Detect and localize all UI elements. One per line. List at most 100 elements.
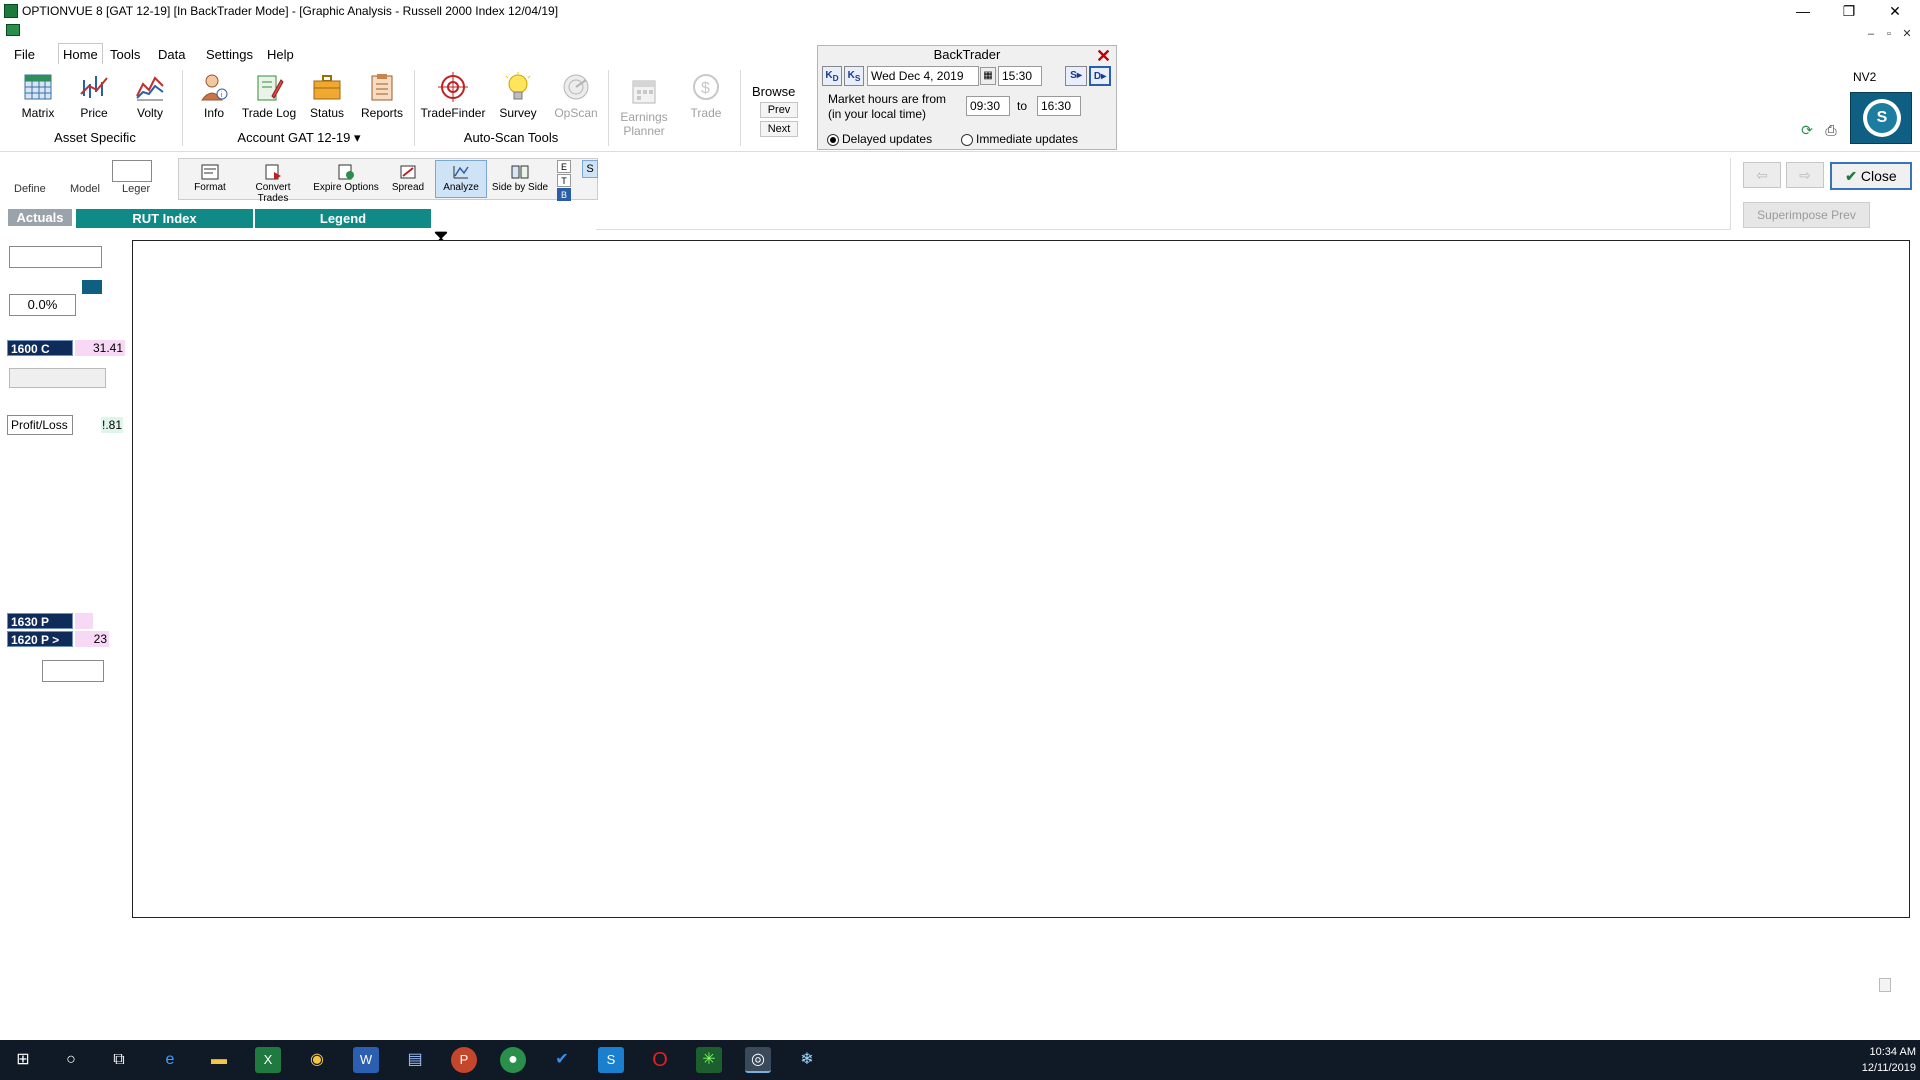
clock-time: 10:34 AM <box>1869 1046 1916 1058</box>
side-by-side-button[interactable]: Side by Side <box>490 160 550 198</box>
mdi-close-icon[interactable]: ✕ <box>1900 27 1914 41</box>
menu-help[interactable]: Help <box>263 46 298 64</box>
menu-settings[interactable]: Settings <box>202 46 257 64</box>
matrix-button[interactable]: Matrix <box>14 72 62 126</box>
spread-button[interactable]: Spread <box>385 160 431 198</box>
profit-loss-field[interactable]: Profit/Loss <box>7 415 73 435</box>
browse-next-button[interactable]: Next <box>760 121 798 137</box>
trade-button[interactable]: $ Trade <box>682 72 730 126</box>
restore-button[interactable]: ❐ <box>1826 0 1872 22</box>
bottom-input[interactable] <box>42 660 104 682</box>
model-preview-box[interactable] <box>112 160 152 182</box>
green-app-icon[interactable]: ● <box>500 1047 526 1073</box>
menu-file[interactable]: File <box>10 46 39 64</box>
snowflake-icon[interactable]: ❄ <box>794 1047 820 1073</box>
delayed-updates-radio[interactable] <box>827 134 839 146</box>
legend-header[interactable]: Legend <box>255 209 431 228</box>
back-arrow-button[interactable]: ⇦ <box>1743 162 1781 188</box>
rut-index-header[interactable]: RUT Index <box>76 209 253 228</box>
edge-icon[interactable]: e <box>157 1047 183 1073</box>
date-field[interactable]: Wed Dec 4, 2019 <box>867 66 979 86</box>
actuals-tab[interactable]: Actuals <box>8 209 72 226</box>
mdi-minimize-icon[interactable]: – <box>1864 27 1878 41</box>
close-window-button[interactable]: ✕ <box>1872 0 1918 22</box>
info-button[interactable]: i Info <box>190 72 238 126</box>
volty-button[interactable]: Volty <box>126 72 174 126</box>
search-circle-icon[interactable]: ○ <box>58 1047 84 1073</box>
document-icon[interactable] <box>6 24 20 36</box>
expire-options-button[interactable]: Expire Options <box>311 160 381 198</box>
optionvue-active-icon[interactable]: ◎ <box>745 1047 771 1073</box>
t-toggle[interactable]: T <box>557 174 571 187</box>
autoscan-group-label: Auto-Scan Tools <box>463 130 559 145</box>
survey-button[interactable]: Survey <box>492 72 544 126</box>
browse-label: Browse <box>752 84 796 99</box>
opera-icon[interactable]: O <box>647 1047 673 1073</box>
earnings-planner-button[interactable]: Earnings Planner <box>614 76 674 138</box>
calendar-picker-icon[interactable]: ▦ <box>980 67 996 85</box>
format-button[interactable]: Format <box>187 160 233 198</box>
leg-row[interactable]: 1600 C <box>7 340 73 356</box>
task-view-icon[interactable]: ⧉ <box>106 1047 132 1073</box>
time-field[interactable]: 15:30 <box>998 66 1042 86</box>
title-bar: OPTIONVUE 8 [GAT 12-19] [In BackTrader M… <box>0 0 1920 22</box>
menu-data[interactable]: Data <box>154 46 189 64</box>
refresh-icon[interactable]: ⟳ <box>1797 122 1817 140</box>
reports-button[interactable]: Reports <box>356 72 408 126</box>
leg-row[interactable]: 1630 P <box>7 613 73 629</box>
excel-icon[interactable]: X <box>255 1047 281 1073</box>
back-step-button[interactable]: KS <box>844 66 864 86</box>
resize-grip-icon[interactable] <box>1879 978 1891 992</box>
printer-icon[interactable]: ⎙ <box>1821 122 1841 140</box>
minimize-button[interactable]: — <box>1780 0 1826 22</box>
price-button[interactable]: Price <box>70 72 118 126</box>
trade-log-button[interactable]: Trade Log <box>240 72 298 126</box>
close-button[interactable]: ✔ Close <box>1830 162 1912 190</box>
skype-icon[interactable]: S <box>598 1047 624 1073</box>
mdi-restore-icon[interactable]: ▫ <box>1882 27 1896 41</box>
e-toggle[interactable]: E <box>557 160 571 173</box>
underlying-input[interactable] <box>9 246 102 268</box>
forward-arrow-button[interactable]: ⇨ <box>1786 162 1824 188</box>
back-day-button[interactable]: KD <box>822 66 842 86</box>
forward-day-button[interactable]: D▸ <box>1089 66 1111 86</box>
logo-ring-icon: S <box>1863 99 1901 137</box>
check-app-icon[interactable]: ✔ <box>549 1047 575 1073</box>
tradefinder-button[interactable]: TradeFinder <box>420 72 486 126</box>
optionvue-icon[interactable]: ✳ <box>696 1047 722 1073</box>
backtrader-title: BackTrader <box>933 47 1001 62</box>
b-toggle[interactable]: B <box>557 188 571 201</box>
file-explorer-icon[interactable]: ▬ <box>206 1047 232 1073</box>
leger-tab[interactable]: Leger <box>122 183 150 195</box>
color-swatch[interactable] <box>82 280 102 294</box>
leg-row[interactable]: 1620 P > <box>7 631 73 647</box>
notes-icon[interactable]: ▤ <box>402 1047 428 1073</box>
leg-slider[interactable] <box>9 368 106 388</box>
model-tab[interactable]: Model <box>70 183 100 195</box>
convert-trades-button[interactable]: Convert Trades <box>238 160 308 204</box>
powerpoint-icon[interactable]: P <box>451 1047 477 1073</box>
market-to-field[interactable]: 16:30 <box>1037 96 1081 116</box>
immediate-updates-radio[interactable] <box>961 134 973 146</box>
superimpose-prev-button[interactable]: Superimpose Prev <box>1743 202 1870 228</box>
planner-label: Planner <box>623 124 665 138</box>
account-group-label[interactable]: Account GAT 12-19 ▾ <box>188 130 410 146</box>
market-from-field[interactable]: 09:30 <box>966 96 1010 116</box>
menu-home[interactable]: Home <box>58 43 103 65</box>
define-tab[interactable]: Define <box>14 183 46 195</box>
chrome-icon[interactable]: ◉ <box>304 1047 330 1073</box>
start-windows-icon[interactable]: ⊞ <box>10 1047 36 1073</box>
taskbar-clock[interactable]: 10:34 AM 12/11/2019 <box>1850 1044 1916 1076</box>
status-button[interactable]: Status <box>304 72 350 126</box>
percent-field[interactable]: 0.0% <box>9 294 76 316</box>
analyze-button[interactable]: Analyze <box>435 160 487 198</box>
clipboard-icon <box>371 74 393 101</box>
word-icon[interactable]: W <box>353 1047 379 1073</box>
browse-prev-button[interactable]: Prev <box>760 102 798 118</box>
graph-canvas[interactable] <box>132 240 1910 918</box>
opscan-button[interactable]: OpScan <box>550 72 602 126</box>
menu-tools[interactable]: Tools <box>106 46 144 64</box>
backtrader-close-icon[interactable]: ✕ <box>1096 46 1111 67</box>
forward-step-button[interactable]: S▸ <box>1065 66 1087 86</box>
earnings-label: Earnings <box>620 110 668 124</box>
